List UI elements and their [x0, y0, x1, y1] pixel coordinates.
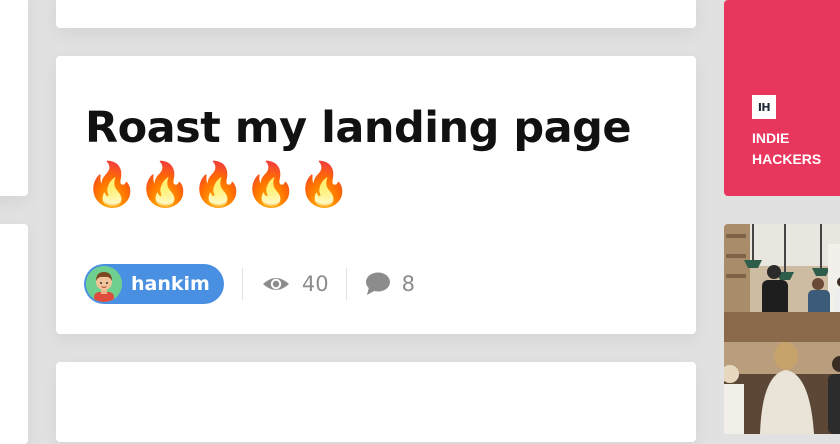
author-name: hankim: [131, 273, 210, 295]
post-meta: hankim 40 8: [84, 264, 415, 304]
next-post-card-left[interactable]: [0, 224, 28, 444]
author-link[interactable]: hankim: [84, 264, 224, 304]
meta-divider: [345, 268, 347, 300]
post-card[interactable]: Roast my landing page 🔥🔥🔥🔥🔥 hankim 40 8: [56, 56, 696, 334]
avatar: [86, 266, 122, 302]
comments-link[interactable]: 8: [365, 272, 415, 296]
previous-post-card-left[interactable]: [0, 0, 28, 196]
post-title[interactable]: Roast my landing page 🔥🔥🔥🔥🔥: [85, 100, 665, 214]
indie-hackers-name: INDIE HACKERS: [752, 130, 822, 167]
comments-count: 8: [401, 272, 415, 296]
views-count: 40: [301, 272, 329, 296]
cafe-photo: [724, 224, 840, 434]
featured-photo-card[interactable]: [724, 224, 840, 434]
indie-hackers-logo: IH: [752, 95, 776, 119]
previous-post-card[interactable]: [56, 0, 696, 28]
next-post-card[interactable]: [56, 362, 696, 442]
eye-icon: [262, 278, 289, 290]
meta-divider: [241, 268, 243, 300]
indie-hackers-card[interactable]: IH INDIE HACKERS: [724, 0, 840, 196]
speech-bubble-icon: [365, 272, 390, 295]
views-stat: 40: [262, 272, 329, 296]
